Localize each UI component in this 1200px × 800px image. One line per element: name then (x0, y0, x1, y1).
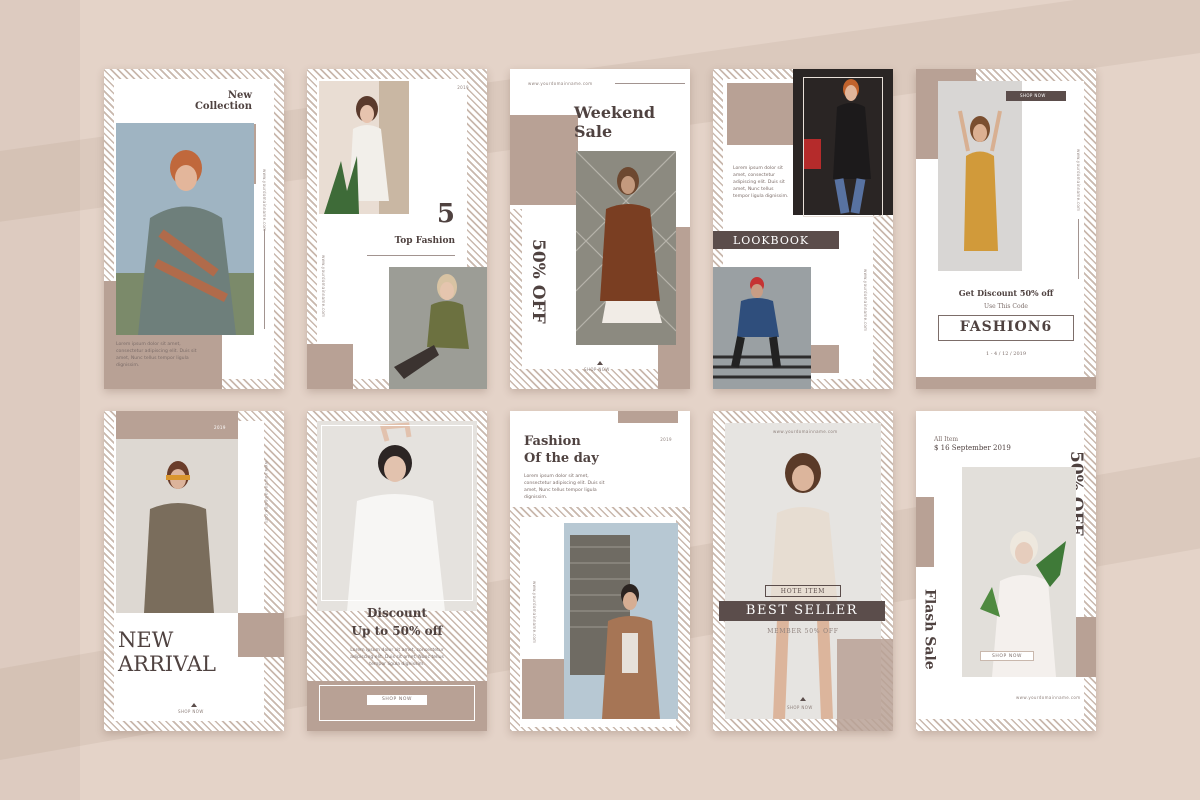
website-vertical: www.yourdomainname.com (532, 581, 537, 644)
shop-now-button[interactable]: SHOP NOW (980, 651, 1034, 661)
arrow-up-icon (597, 361, 603, 365)
tan-block-bottom (916, 377, 1096, 389)
body-text: Lorem ipsum dolor sit amet, consectetur … (350, 648, 444, 668)
shop-now-link[interactable]: SHOP NOW (584, 367, 610, 372)
tan-block (727, 83, 793, 145)
arrow-up-icon (191, 703, 197, 707)
coupon-code: FASHION6 (959, 319, 1053, 335)
title-line-2: Collection (194, 101, 252, 112)
card-top-fashion[interactable]: 5 Top Fashion 2019 www.yourdomainname.co… (307, 69, 487, 389)
photo-woman-plant (319, 81, 409, 214)
tan-block-right (238, 613, 284, 657)
year: 2019 (660, 437, 672, 442)
photo-woman-sky (116, 123, 254, 335)
card-new-collection[interactable]: New Collection Lorem ipsum dolor sit ame… (104, 69, 284, 389)
card-flash-sale[interactable]: All Item $ 16 September 2019 50% OFF SHO… (916, 411, 1096, 731)
shop-now-link[interactable]: SHOP NOW (787, 705, 813, 710)
card-fashion-of-the-day[interactable]: 2019 Fashion Of the day Lorem ipsum dolo… (510, 411, 690, 731)
body-text: Lorem ipsum dolor sit amet, consectetur … (733, 166, 789, 200)
flash-sale-title: Flash Sale (921, 589, 938, 670)
website-vertical: www.yourdomainname.com (863, 269, 868, 332)
website-vertical: www.yourdomainname.com (262, 169, 267, 232)
hot-item-label: HOTE ITEM (780, 588, 826, 595)
photo-woman-gold-dress (938, 81, 1022, 271)
website: www.yourdomainname.com (1016, 695, 1081, 700)
card-lookbook[interactable]: Lorem ipsum dolor sit amet, consectetur … (713, 69, 893, 389)
year: 2019 (214, 425, 226, 430)
date-range: 1 - 4 / 12 / 2019 (985, 351, 1027, 357)
tan-block-bottom (811, 345, 839, 373)
best-seller-title: BEST SELLER (745, 603, 859, 618)
website-vertical: www.yourdomainname.com (264, 461, 269, 524)
divider-line (367, 255, 455, 256)
sale-date: $ 16 September 2019 (934, 444, 1011, 452)
top-line (615, 83, 685, 84)
fashion-number: 5 (436, 199, 455, 229)
offer-vertical: 50% OFF (527, 239, 548, 324)
website: www.yourdomainname.com (773, 429, 838, 434)
photo-woman-city (564, 523, 678, 719)
website-vertical: www.yourdomainname.com (321, 255, 326, 318)
title-line-2: Sale (574, 122, 613, 141)
title-line-2: Of the day (524, 451, 599, 466)
shop-now-button[interactable]: SHOP NOW (367, 695, 427, 705)
lookbook-title: LOOKBOOK (733, 234, 810, 247)
card-fashion6[interactable]: SHOP NOW www.yourdomainname.com Get Disc… (916, 69, 1096, 389)
tan-block-left (916, 497, 934, 567)
tan-block-left (510, 115, 578, 205)
photo-woman-sunglasses (116, 439, 238, 613)
tan-block (307, 344, 353, 389)
title-line-1: New (227, 90, 252, 101)
divider-line (1078, 219, 1079, 279)
all-item-label: All Item (934, 436, 959, 443)
tan-block-right (1076, 617, 1096, 677)
white-frame (321, 425, 473, 601)
card-new-arrival[interactable]: 2019 www.yourdomainname.com NEW ARRIVAL … (104, 411, 284, 731)
title-line-2: Up to 50% off (351, 624, 443, 638)
title-line-1: Weekend (574, 103, 656, 122)
tan-block-bottom (837, 639, 893, 731)
title-line-1: Discount (366, 606, 428, 620)
divider-line (264, 229, 265, 329)
body-text: Lorem ipsum dolor sit amet, consectetur … (116, 342, 197, 369)
card-weekend-sale[interactable]: www.yourdomainname.com Weekend Sale 50% … (510, 69, 690, 389)
body-text: Lorem ipsum dolor sit amet, consectetur … (524, 474, 605, 501)
tan-block-bottom (658, 369, 690, 389)
photo-woman-sitting (389, 267, 487, 389)
shop-now-label: SHOP NOW (1020, 93, 1046, 98)
title-line-1: NEW (118, 628, 174, 652)
member-label: MEMBER 50% OFF (767, 628, 839, 635)
title-line-2: ARRIVAL (118, 652, 216, 676)
stripe-left (510, 209, 522, 369)
website-vertical: www.yourdomainname.com (1076, 149, 1081, 212)
card-best-seller[interactable]: www.yourdomainname.com HOTE ITEM BEST SE… (713, 411, 893, 731)
tan-block-bottom (522, 659, 566, 719)
title-line-1: Fashion (524, 434, 581, 449)
use-code-text: Use This Code (984, 303, 1028, 310)
website: www.yourdomainname.com (528, 81, 593, 86)
white-frame (803, 77, 883, 217)
fashion-title: Top Fashion (394, 236, 455, 246)
light-shadow-left (0, 0, 80, 800)
card-discount[interactable]: Discount Up to 50% off Lorem ipsum dolor… (307, 411, 487, 731)
year: 2019 (457, 85, 469, 90)
arrow-up-icon (800, 697, 806, 701)
photo-man-stairs (713, 267, 811, 389)
shop-now-link[interactable]: SHOP NOW (178, 709, 204, 714)
tan-block-top (618, 411, 678, 423)
discount-text: Get Discount 50% off (958, 288, 1054, 298)
photo-woman-plant-white (962, 467, 1076, 677)
photo-woman-fence (576, 151, 676, 345)
